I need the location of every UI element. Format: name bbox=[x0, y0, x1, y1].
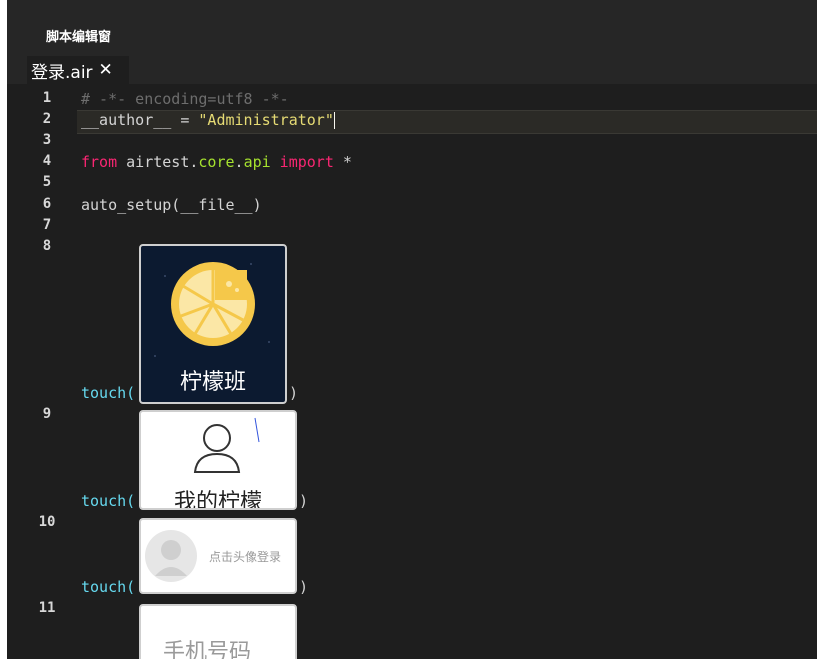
module-airtest: airtest bbox=[117, 153, 190, 171]
tab-label: 登录.air bbox=[31, 62, 93, 83]
import-star: * bbox=[333, 153, 352, 171]
assign-operator: = bbox=[171, 111, 199, 129]
line-number: 3 bbox=[42, 132, 52, 148]
author-string: "Administrator" bbox=[198, 111, 334, 129]
line-number: 6 bbox=[42, 196, 52, 212]
auto-setup-call: auto_setup(__file__) bbox=[81, 196, 262, 214]
import-statement: from airtest.core.api import * bbox=[81, 153, 352, 171]
panel-title: 脚本编辑窗 bbox=[46, 30, 112, 45]
module-api: api bbox=[243, 153, 271, 171]
touch-call: touch( bbox=[81, 384, 136, 402]
author-variable: __author__ bbox=[81, 111, 172, 129]
script-editor-window: 脚本编辑窗 登录.air ✕ 1 # -*- encoding=utf8 -*-… bbox=[7, 0, 817, 659]
close-paren: ) bbox=[299, 492, 309, 510]
line-number: 2 bbox=[42, 111, 52, 127]
import-keyword: import bbox=[270, 153, 334, 171]
image-label: 点击头像登录 bbox=[209, 550, 282, 564]
line-number: 11 bbox=[38, 600, 56, 616]
image-thumbnail-login-avatar[interactable]: 点击头像登录 bbox=[139, 518, 297, 594]
image-label: 柠檬班 bbox=[179, 370, 246, 395]
text-cursor bbox=[333, 112, 335, 129]
image-label: 我的柠檬 bbox=[173, 490, 262, 510]
image-thumbnail-lemon-logo[interactable]: 柠檬班 bbox=[139, 244, 287, 404]
touch-call: touch( bbox=[81, 492, 136, 510]
line-number: 4 bbox=[42, 153, 52, 169]
encoding-comment: # -*- encoding=utf8 -*- bbox=[81, 90, 289, 108]
close-paren: ) bbox=[299, 578, 309, 596]
line-number: 9 bbox=[42, 406, 52, 422]
from-keyword: from bbox=[81, 153, 118, 171]
touch-call: touch( bbox=[81, 578, 136, 596]
dot: . bbox=[234, 153, 244, 171]
tab-login-air[interactable]: 登录.air ✕ bbox=[27, 56, 129, 84]
line-number: 10 bbox=[38, 514, 56, 530]
image-thumbnail-my-lemon[interactable]: 我的柠檬 bbox=[139, 410, 297, 510]
author-assignment: __author__ = "Administrator" bbox=[81, 111, 335, 129]
line-number: 8 bbox=[42, 238, 52, 254]
panel-header: 脚本编辑窗 bbox=[7, 0, 817, 56]
close-paren: ) bbox=[289, 384, 299, 402]
code-editor[interactable]: 1 # -*- encoding=utf8 -*- 2 __author__ =… bbox=[7, 86, 817, 659]
tab-bar: 登录.air ✕ bbox=[7, 56, 817, 84]
line-number: 5 bbox=[42, 174, 52, 190]
image-thumbnail-phone-number[interactable]: 手机号码 bbox=[139, 604, 297, 659]
line-number: 1 bbox=[42, 90, 52, 106]
module-core: core bbox=[198, 153, 235, 171]
avatar-icon bbox=[145, 530, 197, 582]
image-label: 手机号码 bbox=[163, 640, 252, 659]
close-icon[interactable]: ✕ bbox=[99, 60, 113, 80]
line-number: 7 bbox=[42, 217, 52, 233]
